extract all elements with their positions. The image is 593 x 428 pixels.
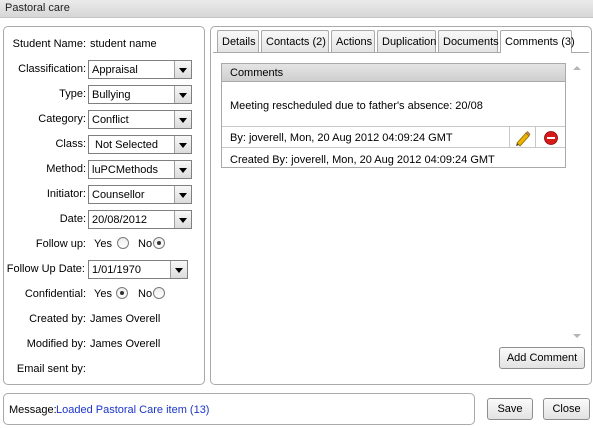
class-row: Class: Not Selected xyxy=(4,134,204,154)
type-label: Type: xyxy=(59,88,86,100)
tab-actions[interactable]: Actions xyxy=(331,30,375,52)
initiator-select[interactable]: Counsellor xyxy=(88,185,192,204)
email-sent-by-row: Email sent by: xyxy=(4,359,204,379)
form-panel: Student Name: student name Classificatio… xyxy=(3,26,205,385)
chevron-down-icon[interactable] xyxy=(174,186,191,203)
classification-select[interactable]: Appraisal xyxy=(88,60,192,79)
confidential-no-radio[interactable] xyxy=(153,287,165,299)
tab-details[interactable]: Details xyxy=(217,30,259,52)
scroll-up-icon[interactable] xyxy=(573,66,581,70)
follow-up-no-label: No xyxy=(138,238,153,250)
close-button[interactable]: Close xyxy=(543,398,590,420)
class-label: Class: xyxy=(55,138,86,150)
follow-up-date-value: 1/01/1970 xyxy=(92,264,141,276)
confidential-yes-radio[interactable] xyxy=(116,287,128,299)
type-select[interactable]: Bullying xyxy=(88,85,192,104)
date-picker[interactable]: 20/08/2012 xyxy=(88,210,192,229)
date-value: 20/08/2012 xyxy=(92,214,148,226)
delete-icon[interactable] xyxy=(544,131,558,145)
chevron-down-icon[interactable] xyxy=(174,111,191,128)
student-name-value: student name xyxy=(90,38,157,50)
date-row: Date: 20/08/2012 xyxy=(4,209,204,229)
tab-label: Comments (3) xyxy=(505,36,575,48)
comment-author: By: joverell, Mon, 20 Aug 2012 04:09:24 … xyxy=(230,132,453,144)
initiator-value: Counsellor xyxy=(92,189,145,201)
chevron-down-icon[interactable] xyxy=(174,161,191,178)
type-value: Bullying xyxy=(92,89,131,101)
category-value: Conflict xyxy=(92,114,129,126)
comment-created-by: Created By: joverell, Mon, 20 Aug 2012 0… xyxy=(230,154,495,166)
tab-label: Duplication xyxy=(382,36,437,48)
tab-duplication[interactable]: Duplication xyxy=(377,30,436,52)
modified-by-value: James Overell xyxy=(90,338,161,350)
date-label: Date: xyxy=(59,213,86,225)
classification-label: Classification: xyxy=(18,63,86,75)
comment-author-row: By: joverell, Mon, 20 Aug 2012 04:09:24 … xyxy=(222,126,565,148)
method-select[interactable]: luPCMethods xyxy=(88,160,192,179)
follow-up-date-label: Follow Up Date: xyxy=(6,263,85,275)
follow-up-no-radio[interactable] xyxy=(153,237,165,249)
chevron-down-icon[interactable] xyxy=(174,86,191,103)
confidential-yes-label: Yes xyxy=(94,288,112,300)
category-label: Category: xyxy=(38,113,86,125)
method-value: luPCMethods xyxy=(92,164,159,176)
divider xyxy=(509,127,510,147)
class-value: Not Selected xyxy=(95,139,158,151)
type-row: Type: Bullying xyxy=(4,84,204,104)
method-label: Method: xyxy=(46,163,86,175)
chevron-down-icon[interactable] xyxy=(170,261,187,278)
scroll-down-icon[interactable] xyxy=(573,334,581,338)
chevron-down-icon[interactable] xyxy=(174,211,191,228)
student-name-row: Student Name: student name xyxy=(4,34,204,54)
follow-up-row: Follow up: Yes No xyxy=(4,234,204,254)
message-link[interactable]: Loaded Pastoral Care item (13) xyxy=(56,404,209,416)
tab-label: Contacts (2) xyxy=(266,36,326,48)
class-select[interactable]: Not Selected xyxy=(88,135,192,154)
chevron-down-icon[interactable] xyxy=(174,136,191,153)
tab-label: Details xyxy=(222,36,256,48)
window-title: Pastoral care xyxy=(0,0,593,18)
tab-comments[interactable]: Comments (3) xyxy=(500,30,575,53)
initiator-row: Initiator: Counsellor xyxy=(4,184,204,204)
follow-up-yes-label: Yes xyxy=(94,238,112,250)
created-by-row: Created by: James Overell xyxy=(4,309,204,329)
divider xyxy=(535,127,536,147)
comment-card: Comments Meeting rescheduled due to fath… xyxy=(221,63,566,168)
classification-row: Classification: Appraisal xyxy=(4,59,204,79)
modified-by-label: Modified by: xyxy=(26,338,86,350)
confidential-label: Confidential: xyxy=(24,288,86,300)
created-by-label: Created by: xyxy=(29,313,86,325)
category-row: Category: Conflict xyxy=(4,109,204,129)
follow-up-yes-radio[interactable] xyxy=(117,237,129,249)
category-select[interactable]: Conflict xyxy=(88,110,192,129)
message-bar: Message: Loaded Pastoral Care item (13) xyxy=(3,393,475,425)
confidential-no-label: No xyxy=(138,288,153,300)
message-label: Message: xyxy=(9,404,57,416)
follow-up-date-row: Follow Up Date: 1/01/1970 xyxy=(4,259,204,279)
tab-contacts[interactable]: Contacts (2) xyxy=(261,30,329,52)
method-row: Method: luPCMethods xyxy=(4,159,204,179)
comment-text: Meeting rescheduled due to father's abse… xyxy=(230,100,483,112)
tab-documents[interactable]: Documents xyxy=(438,30,499,52)
comments-header: Comments xyxy=(222,64,565,82)
email-sent-by-label: Email sent by: xyxy=(16,363,86,375)
save-button[interactable]: Save xyxy=(487,398,533,420)
follow-up-label: Follow up: xyxy=(35,238,86,250)
comments-scrollbar[interactable] xyxy=(570,63,584,341)
modified-by-row: Modified by: James Overell xyxy=(4,334,204,354)
tab-label: Documents xyxy=(443,36,499,48)
chevron-down-icon[interactable] xyxy=(174,61,191,78)
tab-label: Actions xyxy=(336,36,373,48)
created-by-value: James Overell xyxy=(90,313,161,325)
initiator-label: Initiator: xyxy=(46,188,86,200)
follow-up-date-picker[interactable]: 1/01/1970 xyxy=(88,260,188,279)
add-comment-button[interactable]: Add Comment xyxy=(499,347,585,369)
classification-value: Appraisal xyxy=(92,64,138,76)
pencil-icon[interactable] xyxy=(513,129,531,147)
student-name-label: Student Name: xyxy=(12,38,86,50)
confidential-row: Confidential: Yes No xyxy=(4,284,204,304)
